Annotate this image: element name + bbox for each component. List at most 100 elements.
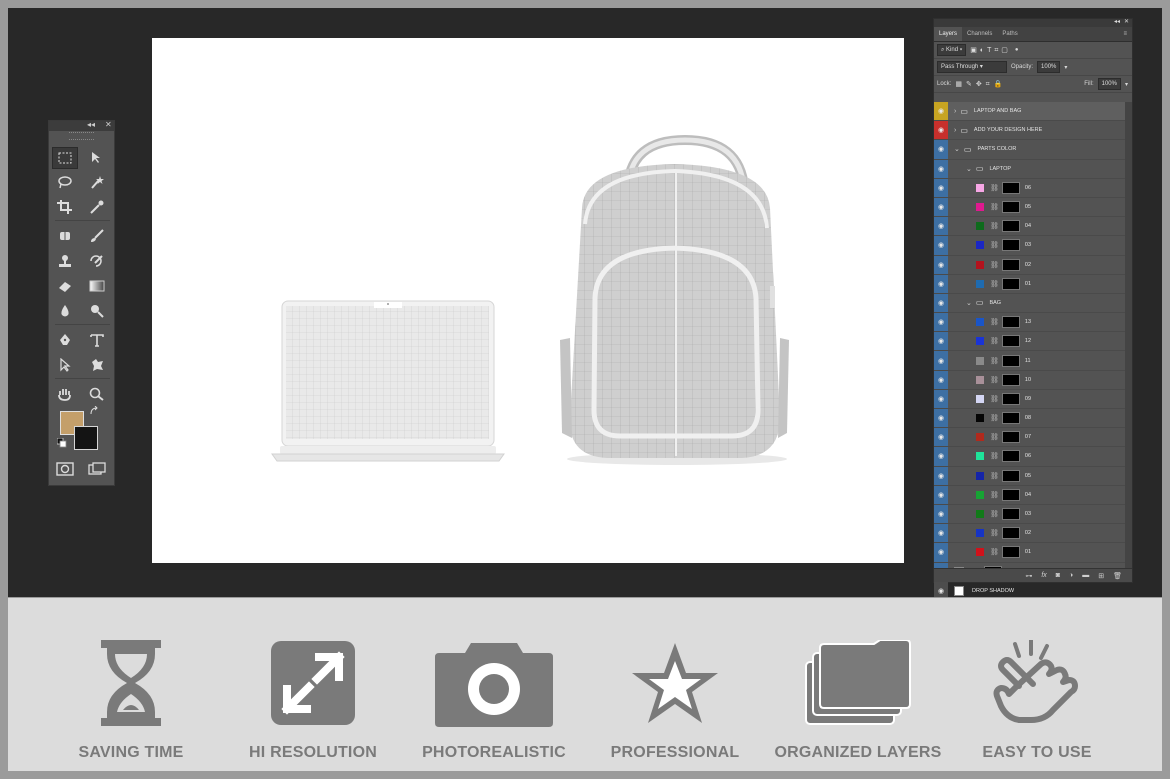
link-icon[interactable]: ⛓	[990, 395, 999, 403]
layer-color-swatch[interactable]	[976, 433, 984, 442]
layer-color-swatch[interactable]	[976, 222, 984, 231]
lock-icons[interactable]: ▦✎✥⌗🔒	[955, 80, 1006, 89]
layer-mask-thumbnail[interactable]	[1001, 220, 1020, 233]
visibility-eye-icon[interactable]: ◉	[934, 581, 948, 597]
layer-color-swatch[interactable]	[976, 414, 984, 423]
link-icon[interactable]: ⛓	[990, 203, 999, 211]
new-layer-icon[interactable]: ⊞	[1098, 572, 1104, 580]
expand-chevron-icon[interactable]: ›	[954, 108, 956, 115]
zoom-tool-icon[interactable]	[84, 383, 110, 405]
quick-mask-icon[interactable]	[52, 458, 78, 480]
layer-color-swatch[interactable]	[976, 548, 984, 557]
layer-mask-thumbnail[interactable]	[1001, 258, 1020, 271]
layer-row[interactable]: ◉ ⛓ 04	[934, 485, 1126, 505]
eyedropper-tool-icon[interactable]	[84, 196, 110, 218]
layer-row[interactable]: ◉ ⛓ 04	[934, 217, 1126, 237]
clone-stamp-tool-icon[interactable]	[52, 250, 78, 272]
layer-color-swatch[interactable]	[976, 241, 984, 250]
expand-chevron-icon[interactable]: ›	[954, 127, 956, 134]
visibility-eye-icon[interactable]: ◉	[934, 428, 948, 447]
layer-mask-thumbnail[interactable]	[1001, 373, 1020, 386]
panel-grip[interactable]	[69, 132, 94, 140]
layer-row[interactable]: ◉ ⛓ 03	[934, 236, 1126, 256]
layer-color-swatch[interactable]	[976, 490, 984, 499]
collapse-icon[interactable]: ◂◂	[1114, 18, 1120, 25]
layer-row[interactable]: ◉ ⛓ 05	[934, 466, 1126, 486]
layer-color-swatch[interactable]	[976, 356, 984, 365]
visibility-eye-icon[interactable]: ◉	[934, 236, 948, 255]
link-icon[interactable]: ⛓	[990, 452, 999, 460]
type-tool-icon[interactable]	[84, 329, 110, 351]
layer-color-swatch[interactable]	[976, 452, 984, 461]
fill-input[interactable]: 100%	[1097, 78, 1121, 90]
layers-scrollbar[interactable]	[1125, 102, 1132, 574]
close-icon[interactable]: ✕	[1124, 18, 1129, 25]
healing-brush-tool-icon[interactable]	[52, 225, 78, 247]
link-icon[interactable]: ⛓	[990, 222, 999, 230]
layer-mask-thumbnail[interactable]	[1001, 431, 1020, 444]
link-icon[interactable]: ⛓	[990, 414, 999, 422]
layer-row[interactable]: ◉ ⛓ 12	[934, 332, 1126, 352]
chevron-down-icon[interactable]: ▾	[1125, 81, 1128, 88]
visibility-eye-icon[interactable]: ◉	[934, 447, 948, 466]
layer-row[interactable]: ◉ › ▭ ADD YOUR DESIGN HERE	[934, 121, 1126, 141]
layer-row[interactable]: ◉ ⛓ 03	[934, 504, 1126, 525]
layer-color-swatch[interactable]	[976, 375, 984, 384]
link-icon[interactable]: ⛓	[990, 433, 999, 441]
filter-kind-select[interactable]: ⌕ Kind ▾	[937, 44, 967, 56]
crop-tool-icon[interactable]	[52, 196, 78, 218]
link-icon[interactable]: ⛓	[990, 472, 999, 480]
expand-chevron-icon[interactable]: ⌄	[954, 145, 960, 153]
layer-mask-thumbnail[interactable]	[1001, 239, 1020, 252]
marquee-tool-icon[interactable]	[52, 147, 78, 169]
link-icon[interactable]: ⛓	[990, 241, 999, 249]
layer-color-swatch[interactable]	[976, 183, 984, 192]
expand-chevron-icon[interactable]: ⌄	[966, 299, 972, 307]
layer-mask-thumbnail[interactable]	[1001, 412, 1020, 425]
visibility-eye-icon[interactable]: ◉	[934, 121, 948, 140]
history-brush-tool-icon[interactable]	[84, 250, 110, 272]
layer-mask-thumbnail[interactable]	[1001, 277, 1020, 290]
layer-mask-thumbnail[interactable]	[1001, 181, 1020, 194]
layer-row[interactable]: ◉ ⛓ 07	[934, 428, 1126, 448]
blend-mode-select[interactable]: Pass Through ▾	[937, 61, 1007, 73]
path-selection-tool-icon[interactable]	[52, 354, 78, 376]
document-canvas[interactable]	[152, 38, 904, 563]
layer-row[interactable]: ◉ DROP SHADOW	[934, 581, 1126, 597]
visibility-eye-icon[interactable]: ◉	[934, 409, 948, 428]
layer-color-swatch[interactable]	[976, 394, 984, 403]
brush-tool-icon[interactable]	[84, 225, 110, 247]
tab-channels[interactable]: Channels	[962, 27, 997, 41]
layer-mask-thumbnail[interactable]	[1001, 488, 1020, 501]
close-icon[interactable]: ✕	[105, 120, 112, 129]
fx-icon[interactable]: fx	[1041, 572, 1046, 579]
custom-shape-tool-icon[interactable]	[84, 354, 110, 376]
panel-menu-icon[interactable]: ≡	[1118, 27, 1132, 41]
folder-icon[interactable]: ▬	[1082, 572, 1089, 579]
visibility-eye-icon[interactable]: ◉	[934, 274, 948, 293]
layer-row[interactable]: ◉ ⛓ 01	[934, 274, 1126, 294]
visibility-eye-icon[interactable]: ◉	[934, 543, 948, 562]
layer-row[interactable]: ◉ ⛓ 06	[934, 178, 1126, 198]
screen-mode-icon[interactable]	[84, 458, 110, 480]
visibility-eye-icon[interactable]: ◉	[934, 197, 948, 217]
link-icon[interactable]: ⛓	[990, 280, 999, 288]
visibility-eye-icon[interactable]: ◉	[934, 255, 948, 274]
link-icon[interactable]: ⛓	[990, 337, 999, 345]
layer-row[interactable]: ◉ ⛓ 11	[934, 351, 1126, 371]
layer-row[interactable]: ◉ ⛓ 13	[934, 313, 1126, 333]
swap-colors-icon[interactable]	[87, 405, 101, 417]
visibility-eye-icon[interactable]: ◉	[934, 159, 948, 178]
visibility-eye-icon[interactable]: ◉	[934, 370, 948, 389]
chevron-down-icon[interactable]: ▾	[1064, 64, 1067, 71]
layer-color-swatch[interactable]	[976, 203, 984, 212]
visibility-eye-icon[interactable]: ◉	[934, 351, 948, 370]
layer-color-swatch[interactable]	[976, 260, 984, 269]
link-icon[interactable]: ⛓	[990, 357, 999, 365]
visibility-eye-icon[interactable]: ◉	[934, 389, 948, 408]
visibility-eye-icon[interactable]: ◉	[934, 140, 948, 159]
layer-color-swatch[interactable]	[976, 529, 984, 538]
link-icon[interactable]: ⛓	[990, 548, 999, 556]
opacity-input[interactable]: 100%	[1037, 61, 1061, 73]
tab-layers[interactable]: Layers	[934, 27, 963, 41]
